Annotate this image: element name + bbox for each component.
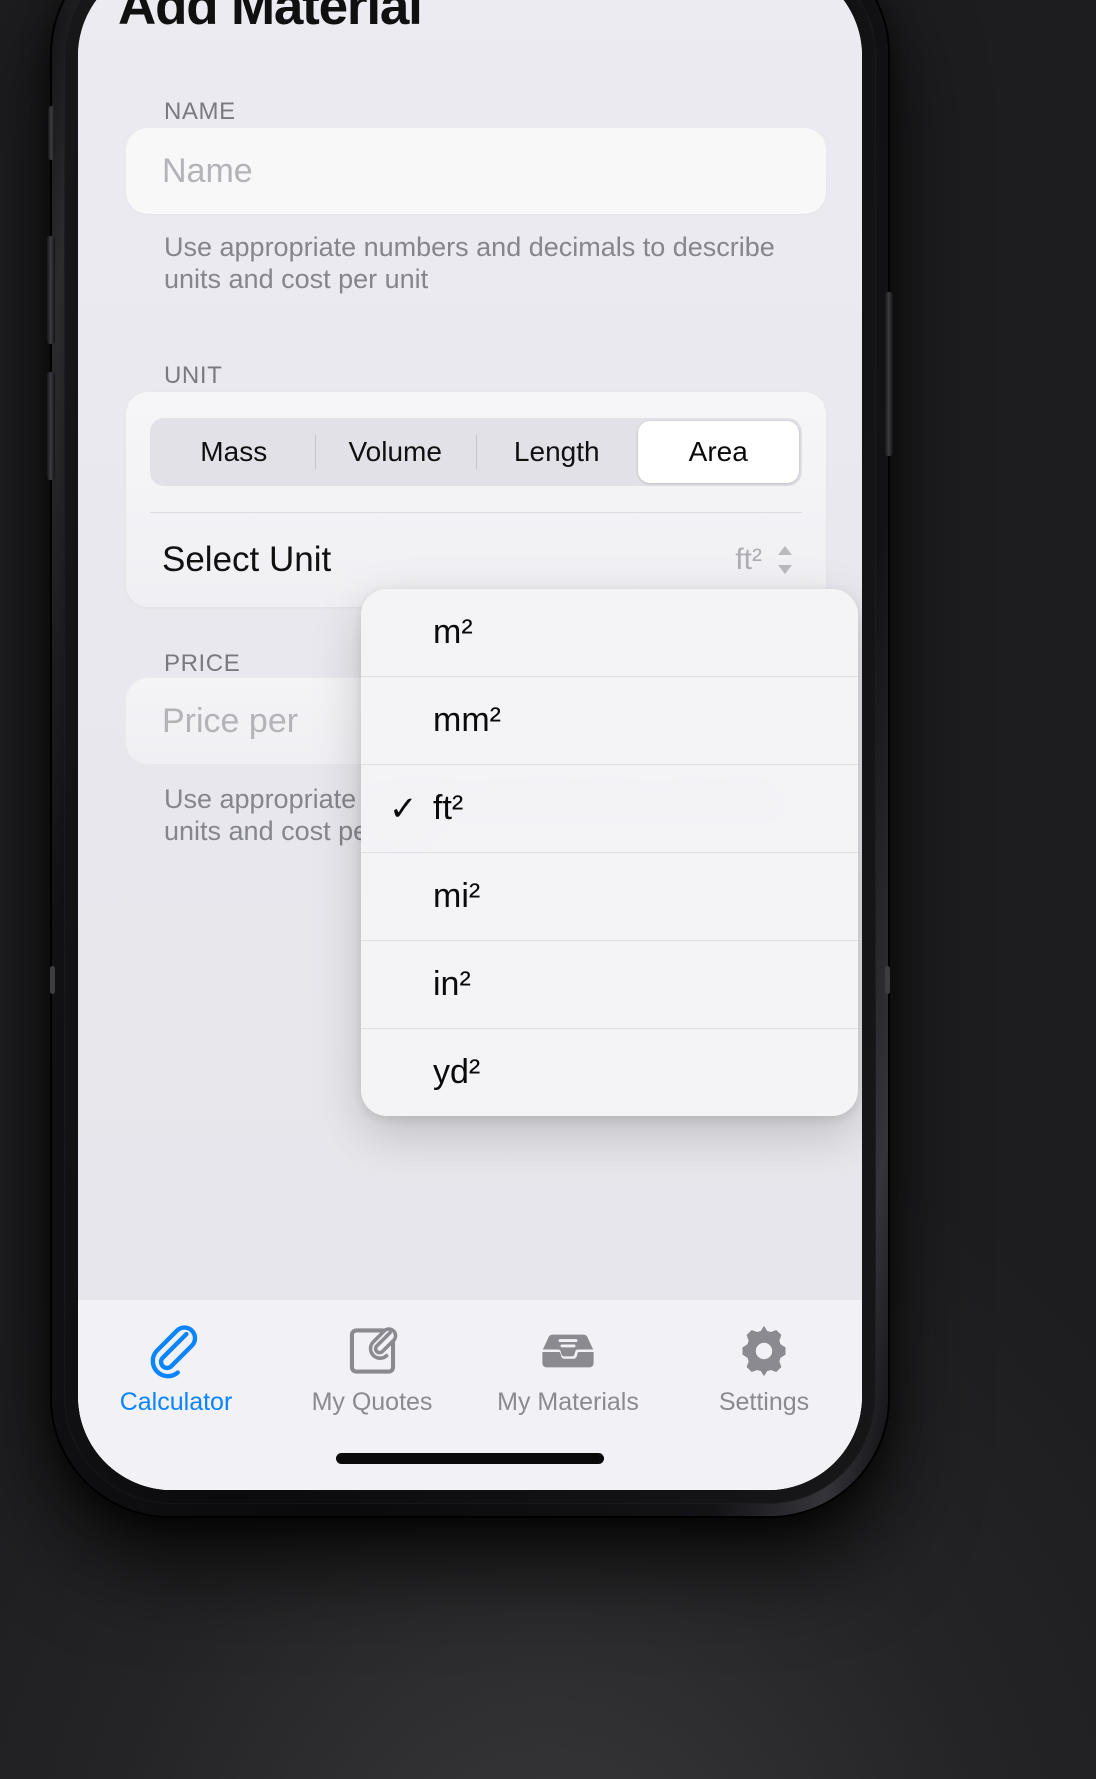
- name-section-label: NAME: [164, 98, 236, 125]
- tab-calculator-label: Calculator: [119, 1388, 233, 1416]
- tab-my-materials-label: My Materials: [497, 1388, 639, 1416]
- segment-mass[interactable]: Mass: [153, 421, 315, 483]
- unit-dropdown-menu[interactable]: ✓ m² ✓ mm² ✓ ft² ✓ mi²: [361, 589, 858, 1116]
- menu-item-m2[interactable]: ✓ m²: [361, 589, 858, 676]
- menu-item-label: mi²: [433, 877, 481, 915]
- tab-my-quotes[interactable]: My Quotes: [274, 1322, 470, 1490]
- frame-antenna-line-right: [885, 966, 890, 994]
- segment-length[interactable]: Length: [476, 421, 638, 483]
- segment-area-label: Area: [688, 436, 748, 467]
- tray-icon: [539, 1322, 597, 1380]
- app-root: Add Material NAME Name Use appropriate n…: [78, 0, 862, 1490]
- name-input-placeholder: Name: [162, 151, 253, 190]
- add-material-form: Add Material NAME Name Use appropriate n…: [78, 0, 862, 1330]
- phone-device: Add Material NAME Name Use appropriate n…: [47, 0, 893, 1516]
- menu-item-mm2[interactable]: ✓ mm²: [361, 676, 858, 764]
- page-title: Add Material: [118, 0, 423, 36]
- segment-volume-label: Volume: [348, 436, 442, 467]
- checkmark-icon: ✓: [389, 789, 418, 828]
- name-input[interactable]: Name: [126, 128, 826, 214]
- segment-area[interactable]: Area: [637, 421, 799, 483]
- tab-calculator[interactable]: Calculator: [78, 1322, 274, 1490]
- gear-icon: [735, 1322, 793, 1380]
- menu-item-label: mm²: [433, 701, 501, 739]
- volume-up-button[interactable]: [47, 236, 55, 344]
- menu-item-yd2[interactable]: ✓ yd²: [361, 1028, 858, 1116]
- menu-item-mi2[interactable]: ✓ mi²: [361, 852, 858, 940]
- menu-item-label: yd²: [433, 1053, 481, 1091]
- select-unit-label: Select Unit: [162, 540, 332, 579]
- menu-item-label: in²: [433, 965, 471, 1003]
- tab-settings[interactable]: Settings: [666, 1322, 862, 1490]
- unit-card: Mass Volume Length Area Select Unit ft²: [126, 392, 826, 607]
- note-paperclip-icon: [343, 1322, 401, 1380]
- menu-item-in2[interactable]: ✓ in²: [361, 940, 858, 1028]
- price-section-label: PRICE: [164, 650, 241, 677]
- tab-my-materials[interactable]: My Materials: [470, 1322, 666, 1490]
- home-indicator[interactable]: [336, 1453, 604, 1464]
- select-unit-value: ft²: [735, 543, 762, 576]
- name-helper-text: Use appropriate numbers and decimals to …: [164, 232, 775, 294]
- chevron-up-down-icon: [774, 543, 796, 577]
- unit-type-segmented-control[interactable]: Mass Volume Length Area: [150, 418, 802, 486]
- menu-item-label: ft²: [433, 789, 464, 827]
- frame-antenna-line-left: [50, 966, 55, 994]
- menu-item-label: m²: [433, 613, 473, 651]
- price-input-placeholder: Price per: [162, 701, 299, 740]
- silent-switch[interactable]: [48, 106, 55, 160]
- unit-section-label: UNIT: [164, 362, 223, 389]
- tab-settings-label: Settings: [718, 1388, 810, 1416]
- segment-volume[interactable]: Volume: [314, 421, 477, 483]
- volume-down-button[interactable]: [47, 372, 55, 480]
- phone-screen: Add Material NAME Name Use appropriate n…: [78, 0, 862, 1490]
- segment-length-label: Length: [513, 436, 600, 467]
- menu-item-ft2[interactable]: ✓ ft²: [361, 764, 858, 852]
- paperclip-icon: [147, 1322, 205, 1380]
- segment-mass-label: Mass: [200, 436, 268, 467]
- power-button[interactable]: [885, 292, 893, 456]
- tab-my-quotes-label: My Quotes: [311, 1388, 433, 1416]
